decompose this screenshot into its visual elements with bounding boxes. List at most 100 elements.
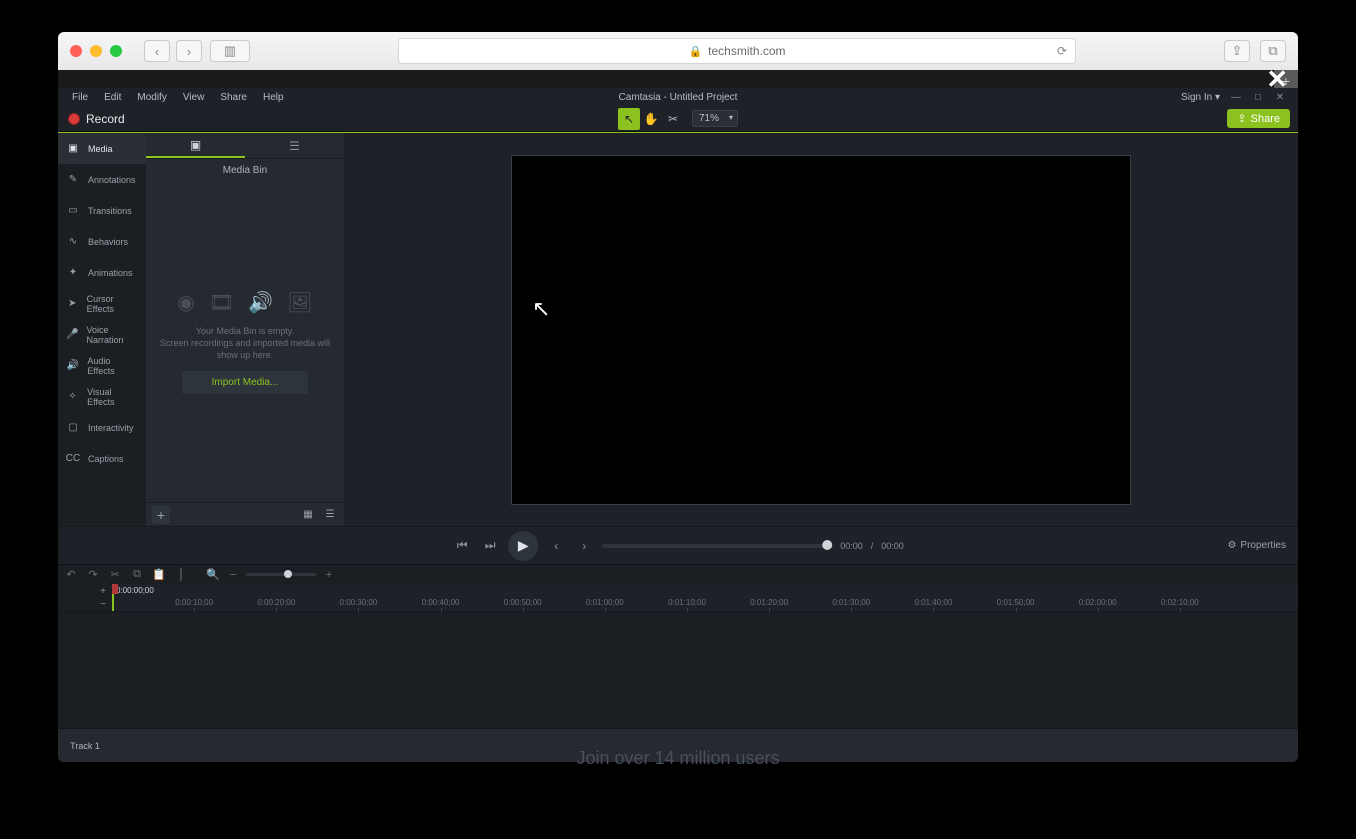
pan-tool[interactable]: ✋ (640, 108, 662, 130)
sidebar-item-audio-effects[interactable]: 🔊Audio Effects (58, 350, 146, 381)
sidebar-item-visual-effects[interactable]: ✧Visual Effects (58, 381, 146, 412)
app-minimize-button[interactable]: — (1230, 91, 1242, 103)
sidebar-item-media[interactable]: ▣Media (58, 133, 146, 164)
menu-share[interactable]: Share (212, 92, 255, 103)
prev-frame-button[interactable]: ⏮ (452, 536, 472, 556)
add-track-button[interactable]: + (100, 586, 106, 597)
timeline: + − Track 1 0:00:00;00 0:00:10;00 0:00:20… (58, 584, 1298, 762)
record-icon (68, 113, 80, 125)
list-view-button[interactable]: ☰ (322, 507, 338, 523)
sidebar-toggle-button[interactable]: ▥ (210, 40, 250, 62)
sidebar-item-transitions[interactable]: ▭Transitions (58, 195, 146, 226)
select-tool[interactable]: ↖ (618, 108, 640, 130)
sidebar-item-animations[interactable]: ✦Animations (58, 257, 146, 288)
zoom-slider[interactable] (246, 573, 316, 576)
undo-button[interactable]: ↶ (64, 568, 78, 581)
sidebar-item-interactivity[interactable]: ▢Interactivity (58, 412, 146, 443)
play-button[interactable]: ▶ (508, 531, 538, 561)
gear-icon: ⚙ (1227, 540, 1236, 551)
ruler-tick: 0:01:30;00 (832, 598, 870, 607)
duration-time: 00:00 (881, 541, 904, 551)
app-maximize-button[interactable]: □ (1252, 91, 1264, 103)
bin-tab-library[interactable]: ☰ (245, 133, 344, 158)
menu-help[interactable]: Help (255, 92, 292, 103)
step-forward-button[interactable]: › (574, 536, 594, 556)
track-label[interactable]: Track 1 (58, 728, 112, 762)
time-separator: / (871, 541, 874, 551)
menu-file[interactable]: File (64, 92, 96, 103)
playhead[interactable] (112, 584, 114, 611)
behaviors-icon: ∿ (66, 236, 80, 248)
playhead-marker[interactable] (112, 584, 118, 594)
crop-tool[interactable]: ✂ (662, 108, 684, 130)
sidebar-item-voice-narration[interactable]: 🎤Voice Narration (58, 319, 146, 350)
browser-right-actions: ⇪ ⧉ (1224, 40, 1286, 62)
reload-icon[interactable]: ⟳ (1057, 44, 1067, 58)
sidebar-item-annotations[interactable]: ✎Annotations (58, 164, 146, 195)
cut-button[interactable]: ✂ (108, 568, 122, 581)
browser-window: ‹ › ▥ 🔒 techsmith.com ⟳ ⇪ ⧉ + File Edit … (58, 32, 1298, 762)
sidebar-item-captions[interactable]: CCCaptions (58, 443, 146, 474)
back-button[interactable]: ‹ (144, 40, 170, 62)
overlay-close-button[interactable]: ✕ (1266, 64, 1288, 95)
ruler-tick: 0:00:30;00 (340, 598, 378, 607)
window-close-button[interactable] (70, 45, 82, 57)
ruler-tick: 0:00:20;00 (257, 598, 295, 607)
sidebar: ▣Media ✎Annotations ▭Transitions ∿Behavi… (58, 133, 146, 526)
zoom-select[interactable]: 71% (692, 110, 738, 127)
timeline-left: + − Track 1 (58, 584, 112, 762)
share-button[interactable]: ⇪ Share (1227, 109, 1290, 128)
app-title: Camtasia - Untitled Project (619, 92, 738, 103)
ruler-tick: 0:00:10;00 (175, 598, 213, 607)
grid-view-button[interactable]: ▦ (300, 507, 316, 523)
cursor-effects-icon: ➤ (66, 298, 79, 310)
menu-edit[interactable]: Edit (96, 92, 129, 103)
transitions-icon: ▭ (66, 205, 80, 217)
nav-buttons: ‹ › (144, 40, 202, 62)
redo-button[interactable]: ↷ (86, 568, 100, 581)
zoom-out-button[interactable]: − (226, 569, 240, 581)
playback-bar: ⏮ ⏭ ▶ ‹ › 00:00 / 00:00 ⚙ Properties (58, 526, 1298, 564)
app-toolbar: Record ↖ ✋ ✂ 71% ⇪ Share (58, 106, 1298, 132)
record-button[interactable]: Record (58, 106, 135, 131)
timeline-ruler[interactable]: 0:00:00;00 0:00:10;00 0:00:20;00 0:00:30;0… (112, 584, 1298, 612)
split-button[interactable]: ⎮ (174, 568, 188, 581)
remove-track-button[interactable]: − (100, 599, 106, 610)
app-menubar: File Edit Modify View Share Help Camtasi… (58, 88, 1298, 106)
bin-tab-media[interactable]: ▣ (146, 133, 245, 158)
image-source-icon: 🖼 (287, 290, 312, 315)
timeline-tracks[interactable] (112, 612, 1298, 762)
window-traffic-lights (70, 45, 122, 57)
tabs-button[interactable]: ⧉ (1260, 40, 1286, 62)
menu-view[interactable]: View (175, 92, 213, 103)
interactivity-icon: ▢ (66, 422, 80, 434)
menu-modify[interactable]: Modify (129, 92, 174, 103)
canvas-tools: ↖ ✋ ✂ 71% (618, 106, 738, 131)
import-media-button[interactable]: Import Media... (182, 371, 309, 394)
properties-button[interactable]: ⚙ Properties (1227, 540, 1286, 551)
sidebar-item-cursor-effects[interactable]: ➤Cursor Effects (58, 288, 146, 319)
copy-button[interactable]: ⧉ (130, 568, 144, 581)
zoom-in-button[interactable]: + (322, 569, 336, 581)
sidebar-item-behaviors[interactable]: ∿Behaviors (58, 226, 146, 257)
zoom-thumb[interactable] (284, 570, 292, 578)
playback-slider[interactable] (602, 544, 832, 548)
playhead-time: 0:00:00;00 (116, 586, 154, 595)
paste-button[interactable]: 📋 (152, 568, 166, 581)
ruler-tick: 0:01:20;00 (750, 598, 788, 607)
browser-titlebar: ‹ › ▥ 🔒 techsmith.com ⟳ ⇪ ⧉ (58, 32, 1298, 70)
window-zoom-button[interactable] (110, 45, 122, 57)
ruler-tick: 0:00:40;00 (422, 598, 460, 607)
step-back-button[interactable]: ‹ (546, 536, 566, 556)
add-media-button[interactable]: + (152, 506, 170, 524)
preview-canvas[interactable]: ↖ (511, 155, 1131, 505)
forward-button[interactable]: › (176, 40, 202, 62)
slider-thumb[interactable] (822, 540, 832, 550)
signin-button[interactable]: Sign In ▾ (1181, 92, 1220, 103)
animations-icon: ✦ (66, 267, 80, 279)
url-bar[interactable]: 🔒 techsmith.com ⟳ (398, 38, 1076, 64)
window-minimize-button[interactable] (90, 45, 102, 57)
share-button[interactable]: ⇪ (1224, 40, 1250, 62)
next-frame-button[interactable]: ⏭ (480, 536, 500, 556)
zoom-fit-icon[interactable]: 🔍 (206, 568, 220, 581)
